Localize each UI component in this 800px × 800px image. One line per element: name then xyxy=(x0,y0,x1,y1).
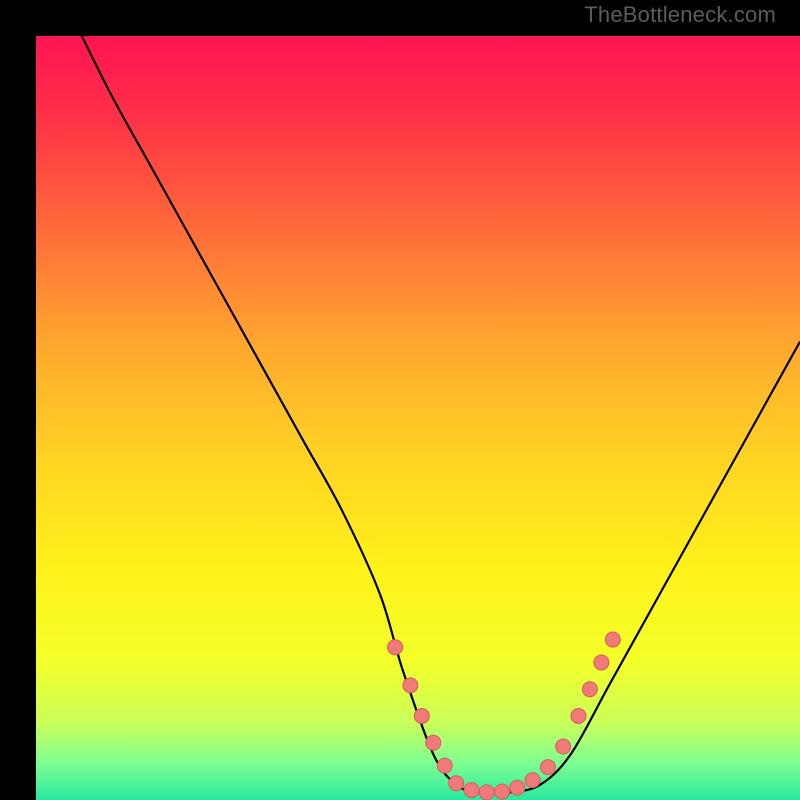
data-dot xyxy=(495,784,510,799)
data-dot xyxy=(525,773,540,788)
data-dot xyxy=(571,708,586,723)
data-dot xyxy=(426,735,441,750)
data-dot xyxy=(540,760,555,775)
plot-area xyxy=(36,36,800,800)
data-dot xyxy=(510,780,525,795)
data-dot xyxy=(464,783,479,798)
data-dot xyxy=(449,776,464,791)
watermark-text: TheBottleneck.com xyxy=(584,2,776,28)
bottleneck-chart xyxy=(36,36,800,800)
data-dot xyxy=(479,785,494,800)
data-dot xyxy=(556,739,571,754)
data-dot xyxy=(594,655,609,670)
chart-frame xyxy=(0,0,800,800)
data-dot xyxy=(605,632,620,647)
data-dot xyxy=(414,708,429,723)
data-dot xyxy=(582,682,597,697)
data-dot xyxy=(437,758,452,773)
data-dot xyxy=(388,640,403,655)
data-dot xyxy=(403,678,418,693)
